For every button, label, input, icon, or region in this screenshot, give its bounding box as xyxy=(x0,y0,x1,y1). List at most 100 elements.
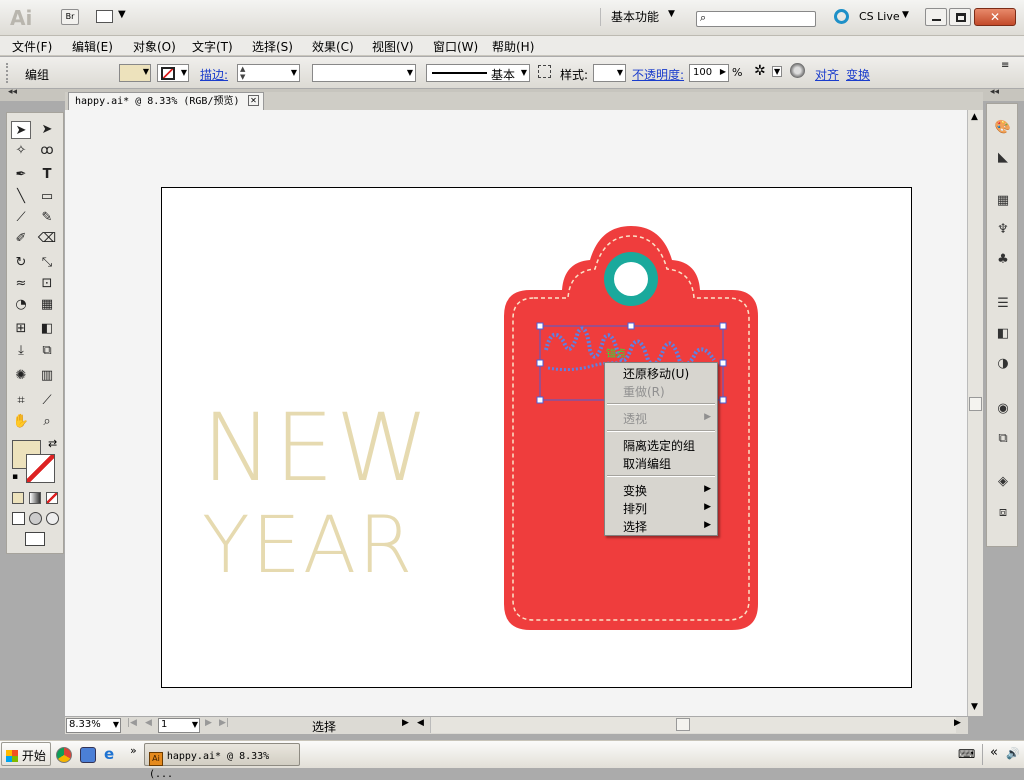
stroke-label[interactable]: 描边: xyxy=(200,66,228,83)
artboards-panel-icon[interactable]: ⧈ xyxy=(993,505,1013,523)
menu-item-undo-move[interactable]: 还原移动(U) xyxy=(623,365,689,382)
eyedropper-tool-icon[interactable]: ⤓ xyxy=(11,342,31,360)
transform-label[interactable]: 变换 xyxy=(846,66,870,83)
minimize-button[interactable] xyxy=(925,8,947,26)
menu-item-transform[interactable]: 变换 xyxy=(623,482,647,499)
collapse-left-icon[interactable]: ◂◂ xyxy=(8,87,17,97)
brush-definition-dropdown[interactable]: 基本 ▼ xyxy=(426,64,530,82)
paintbrush-tool-icon[interactable]: ⟋ xyxy=(11,209,31,227)
column-graph-tool-icon[interactable]: ▥ xyxy=(37,367,57,385)
variable-width-dropdown[interactable]: ▼ xyxy=(312,64,416,82)
year-text[interactable]: YEAR xyxy=(202,503,414,589)
gradient-panel-icon[interactable]: ◧ xyxy=(993,326,1013,344)
shape-builder-tool-icon[interactable]: ◔ xyxy=(11,296,31,314)
screen-mode-icon[interactable] xyxy=(25,532,45,546)
pen-tool-icon[interactable]: ✒ xyxy=(11,166,31,184)
scroll-right-icon[interactable]: ▶ xyxy=(954,718,961,728)
hand-tool-icon[interactable]: ✋ xyxy=(11,413,31,431)
menu-view[interactable]: 视图(V) xyxy=(372,38,414,55)
stroke-panel-icon[interactable]: ☰ xyxy=(993,296,1013,314)
stroke-swatch[interactable] xyxy=(26,454,55,483)
document-tab[interactable]: happy.ai* @ 8.33% (RGB/预览) ✕ xyxy=(68,92,264,110)
menu-help[interactable]: 帮助(H) xyxy=(492,38,534,55)
fill-color-dropdown[interactable]: ▼ xyxy=(119,64,151,82)
blend-tool-icon[interactable]: ⧉ xyxy=(37,342,57,360)
selection-tool-icon[interactable]: ➤ xyxy=(11,121,31,139)
last-artboard-icon[interactable]: ▶| xyxy=(219,718,229,728)
artboard-tool-icon[interactable]: ⌗ xyxy=(11,392,31,410)
artboard-number-dropdown[interactable]: 1 ▼ xyxy=(158,718,200,733)
line-tool-icon[interactable]: ╲ xyxy=(11,188,31,206)
status-menu-icon[interactable]: ▶ xyxy=(402,718,409,728)
bounding-handle[interactable] xyxy=(719,322,727,330)
arrange-documents-button[interactable]: ▼ xyxy=(96,9,128,25)
symbol-sprayer-tool-icon[interactable]: ✺ xyxy=(11,367,31,385)
panel-menu-icon[interactable]: ≡ xyxy=(1001,60,1009,71)
color-panel-icon[interactable]: 🎨 xyxy=(993,120,1013,138)
start-button[interactable]: 开始 xyxy=(1,742,51,766)
free-transform-tool-icon[interactable]: ⊡ xyxy=(37,275,57,293)
menu-item-ungroup[interactable]: 取消编组 xyxy=(623,455,671,472)
magic-wand-tool-icon[interactable]: ✧ xyxy=(11,142,31,160)
graphic-styles-panel-icon[interactable]: ⧉ xyxy=(993,431,1013,449)
zoom-dropdown[interactable]: 8.33% ▼ xyxy=(66,718,121,733)
quicklaunch-more-icon[interactable]: » xyxy=(130,744,137,757)
menu-item-isolate-group[interactable]: 隔离选定的组 xyxy=(623,437,695,454)
next-artboard-icon[interactable]: ▶ xyxy=(205,718,212,728)
type-tool-icon[interactable]: T xyxy=(37,166,57,184)
close-button[interactable]: ✕ xyxy=(974,8,1016,26)
align-label[interactable]: 对齐 xyxy=(815,66,839,83)
help-search-input[interactable]: ⌕ xyxy=(696,11,816,27)
menu-select[interactable]: 选择(S) xyxy=(252,38,293,55)
draw-normal-icon[interactable] xyxy=(12,512,25,525)
menu-edit[interactable]: 编辑(E) xyxy=(72,38,113,55)
gradient-tool-icon[interactable]: ◧ xyxy=(37,320,57,338)
color-guide-icon[interactable]: ◣ xyxy=(993,150,1013,168)
draw-behind-icon[interactable] xyxy=(29,512,42,525)
bounding-handle[interactable] xyxy=(536,359,544,367)
mesh-tool-icon[interactable]: ⊞ xyxy=(11,320,31,338)
bounding-handle[interactable] xyxy=(719,359,727,367)
scroll-up-icon[interactable]: ▲ xyxy=(971,112,978,122)
bounding-handle[interactable] xyxy=(627,322,635,330)
opacity-input[interactable]: 100 ▶ xyxy=(689,64,729,82)
scroll-thumb[interactable] xyxy=(969,397,982,411)
collapse-right-icon[interactable]: ◂◂ xyxy=(990,87,999,97)
direct-selection-tool-icon[interactable]: ➤ xyxy=(37,121,57,139)
rotate-tool-icon[interactable]: ↻ xyxy=(11,254,31,272)
chevron-down-icon[interactable]: ▼ xyxy=(772,66,783,77)
bounding-handle[interactable] xyxy=(719,396,727,404)
bridge-button[interactable]: Br xyxy=(61,9,79,25)
current-tool-status[interactable]: 选择 xyxy=(312,718,336,735)
ie-quicklaunch-icon[interactable]: e xyxy=(104,745,114,763)
gradient-mode-icon[interactable] xyxy=(29,492,41,504)
appearance-panel-icon[interactable]: ◉ xyxy=(993,401,1013,419)
keyboard-tray-icon[interactable]: ⌨ xyxy=(958,747,975,761)
recolor-artwork-icon[interactable]: ✲ xyxy=(754,63,766,79)
isolate-group-icon[interactable] xyxy=(790,63,805,78)
tray-expand-icon[interactable]: « xyxy=(990,745,998,760)
first-artboard-icon[interactable]: |◀ xyxy=(127,718,137,728)
eraser-tool-icon[interactable]: ⌫ xyxy=(37,230,57,248)
scale-tool-icon[interactable]: ⤡ xyxy=(37,254,57,272)
close-tab-icon[interactable]: ✕ xyxy=(248,95,259,106)
color-mode-icon[interactable] xyxy=(12,492,24,504)
menu-item-redo[interactable]: 重做(R) xyxy=(623,383,665,400)
swatches-panel-icon[interactable]: ▦ xyxy=(993,193,1013,211)
scroll-down-icon[interactable]: ▼ xyxy=(971,702,978,712)
menu-effect[interactable]: 效果(C) xyxy=(312,38,354,55)
symbols-panel-icon[interactable]: ♣ xyxy=(993,252,1013,270)
blob-brush-tool-icon[interactable]: ✐ xyxy=(11,230,31,248)
menu-item-perspective[interactable]: 透视 xyxy=(623,410,647,427)
draw-inside-icon[interactable] xyxy=(46,512,59,525)
chrome-quicklaunch-icon[interactable] xyxy=(56,747,72,763)
horizontal-scrollbar[interactable] xyxy=(430,717,956,733)
swap-colors-icon[interactable]: ⇄ xyxy=(48,437,57,450)
menu-type[interactable]: 文字(T) xyxy=(192,38,233,55)
slice-tool-icon[interactable]: ⟋ xyxy=(37,392,57,410)
none-mode-icon[interactable] xyxy=(46,492,58,504)
transparency-panel-icon[interactable]: ◑ xyxy=(993,356,1013,374)
menu-object[interactable]: 对象(O) xyxy=(133,38,176,55)
rectangle-tool-icon[interactable]: ▭ xyxy=(37,188,57,206)
previous-artboard-icon[interactable]: ◀ xyxy=(145,718,152,728)
